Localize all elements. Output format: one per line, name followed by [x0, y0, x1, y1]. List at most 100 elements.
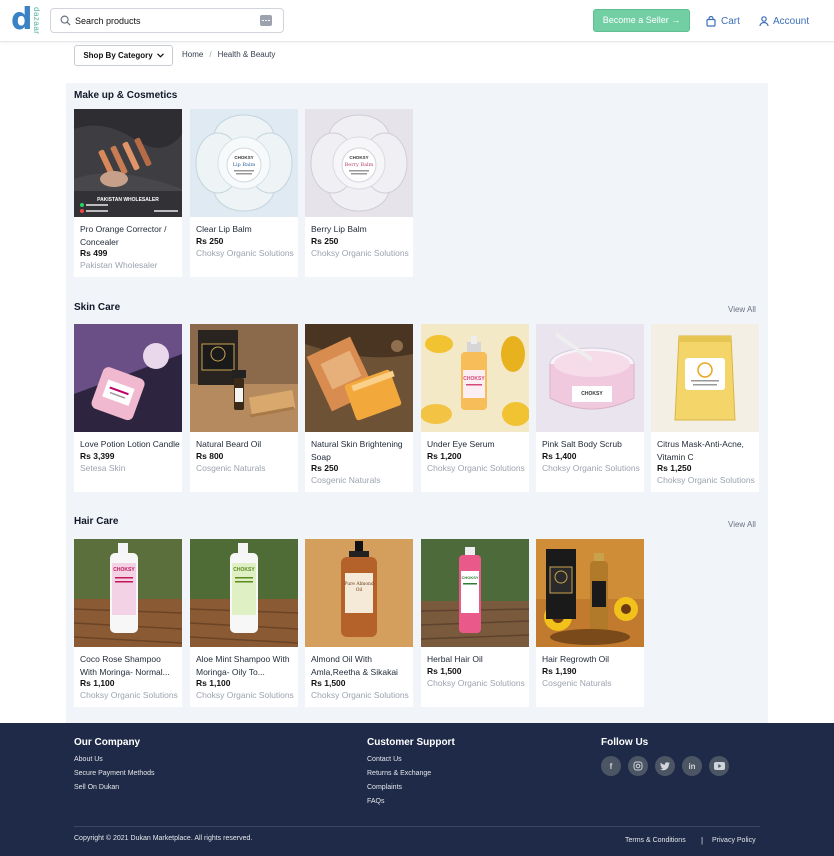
search-input[interactable]	[75, 13, 255, 29]
product-card[interactable]: CHOKSY Aloe Mint Shampoo With Moringa- O…	[190, 539, 298, 707]
product-card[interactable]: Love Potion Lotion Candle Rs 3,399 Setes…	[74, 324, 182, 492]
product-price: Rs 800	[196, 451, 224, 461]
footer-copyright: Copyright © 2021 Dukan Marketplace. All …	[74, 835, 253, 842]
product-name: Citrus Mask-Anti-Acne, Vitamin C	[657, 439, 744, 462]
footer-our-company-title: Our Company	[74, 737, 141, 748]
product-seller: Choksy Organic Solutions	[80, 690, 178, 700]
linkedin-icon[interactable]: in	[682, 756, 702, 776]
product-image: CHOKSY Berry Balm	[305, 109, 413, 217]
product-image: CHOKSY	[190, 539, 298, 647]
product-image: CHOKSY	[421, 324, 529, 432]
product-name: Pro Orange Corrector / Concealer	[80, 224, 167, 247]
product-seller: Setesa Skin	[80, 463, 126, 473]
product-name: Berry Lip Balm	[311, 224, 367, 234]
footer-link-returns[interactable]: Returns & Exchange	[367, 770, 431, 777]
product-name: Natural Beard Oil	[196, 439, 262, 449]
section-title-skin-care: Skin Care	[74, 302, 121, 313]
chevron-down-icon	[156, 53, 164, 58]
user-icon	[759, 15, 769, 26]
product-price: Rs 1,200	[427, 451, 462, 461]
product-price: Rs 1,500	[427, 666, 462, 676]
svg-text:CHOKSY: CHOKSY	[349, 155, 368, 160]
product-card[interactable]: PAKISTAN WHOLESALER Pro Orange Corrector…	[74, 109, 182, 277]
product-card[interactable]: Natural Skin Brightening Soap Rs 250 Cos…	[305, 324, 413, 492]
account-label: Account	[773, 15, 810, 27]
svg-text:CHOKSY: CHOKSY	[233, 567, 255, 573]
product-seller: Cosgenic Naturals	[311, 475, 381, 485]
breadcrumb-separator: /	[209, 50, 212, 59]
product-card[interactable]: CHOKSY Berry Balm Berry Lip Balm Rs 250 …	[305, 109, 413, 277]
product-card[interactable]: Pure Almond Oil Almond Oil With Amla,Ree…	[305, 539, 413, 707]
logo-wordmark: dazaar	[32, 7, 41, 35]
product-price: Rs 1,400	[542, 451, 577, 461]
product-seller: Choksy Organic Solutions	[311, 690, 409, 700]
footer-link-terms[interactable]: Terms & Conditions	[625, 837, 686, 844]
cart-link[interactable]: Cart	[706, 14, 740, 28]
footer-link-secure-payment[interactable]: Secure Payment Methods	[74, 770, 155, 777]
keyboard-icon[interactable]	[260, 15, 272, 26]
product-image: CHOKSY Lip Balm	[190, 109, 298, 217]
product-card[interactable]: CHOKSY Coco Rose Shampoo With Moringa- N…	[74, 539, 182, 707]
product-name: Love Potion Lotion Candle	[80, 439, 180, 449]
product-name: Clear Lip Balm	[196, 224, 252, 234]
search-bar[interactable]	[50, 8, 284, 33]
footer-link-privacy[interactable]: Privacy Policy	[712, 837, 756, 844]
svg-text:Lip Balm: Lip Balm	[233, 162, 256, 168]
view-all-skin-care-link[interactable]: View All	[728, 305, 756, 314]
product-price: Rs 250	[311, 236, 339, 246]
product-price: Rs 250	[311, 463, 339, 473]
product-card[interactable]: CHOKSY Pink Salt Body Scrub Rs 1,400 Cho…	[536, 324, 644, 492]
footer-divider	[74, 826, 760, 827]
view-all-hair-care-link[interactable]: View All	[728, 520, 756, 529]
product-card[interactable]: Citrus Mask-Anti-Acne, Vitamin C Rs 1,25…	[651, 324, 759, 492]
section-title-hair-care: Hair Care	[74, 516, 119, 527]
shop-by-category-button[interactable]: Shop By Category	[74, 45, 173, 66]
facebook-icon[interactable]: f	[601, 756, 621, 776]
youtube-icon[interactable]	[709, 756, 729, 776]
product-image: CHOKSY	[421, 539, 529, 647]
become-seller-button[interactable]: Become a Seller →	[593, 9, 690, 32]
product-card[interactable]: Natural Beard Oil Rs 800 Cosgenic Natura…	[190, 324, 298, 492]
footer-link-about-us[interactable]: About Us	[74, 756, 103, 763]
svg-text:Berry Balm: Berry Balm	[345, 162, 374, 168]
product-card[interactable]: CHOKSY Under Eye Serum Rs 1,200 Choksy O…	[421, 324, 529, 492]
section-title-makeup: Make up & Cosmetics	[74, 90, 178, 101]
product-seller: Choksy Organic Solutions	[196, 248, 294, 258]
product-seller: Cosgenic Naturals	[542, 678, 612, 688]
account-link[interactable]: Account	[759, 14, 809, 28]
product-image: CHOKSY	[536, 324, 644, 432]
product-card[interactable]: CHOKSY Lip Balm Clear Lip Balm Rs 250 Ch…	[190, 109, 298, 277]
cart-bag-icon	[706, 15, 716, 27]
breadcrumb-home[interactable]: Home	[182, 50, 203, 59]
footer-link-contact-us[interactable]: Contact Us	[367, 756, 402, 763]
product-name: Aloe Mint Shampoo With Moringa- Oily To.…	[196, 654, 290, 677]
svg-text:Oil: Oil	[356, 587, 363, 593]
twitter-icon[interactable]	[655, 756, 675, 776]
product-name: Coco Rose Shampoo With Moringa- Normal..…	[80, 654, 170, 677]
product-image	[536, 539, 644, 647]
instagram-icon[interactable]	[628, 756, 648, 776]
footer-link-complaints[interactable]: Complaints	[367, 784, 402, 791]
product-name: Almond Oil With Amla,Reetha & Sikakai	[311, 654, 398, 677]
svg-text:Pure Almond: Pure Almond	[344, 581, 374, 587]
svg-text:PAKISTAN WHOLESALER: PAKISTAN WHOLESALER	[97, 197, 159, 203]
product-image: PAKISTAN WHOLESALER	[74, 109, 182, 217]
svg-text:CHOKSY: CHOKSY	[463, 376, 485, 382]
dazaar-logo[interactable]: d dazaar	[11, 5, 41, 35]
product-seller: Choksy Organic Solutions	[427, 463, 525, 473]
footer-link-faqs[interactable]: FAQs	[367, 798, 385, 805]
footer-follow-us-title: Follow Us	[601, 737, 649, 748]
product-card[interactable]: Hair Regrowth Oil Rs 1,190 Cosgenic Natu…	[536, 539, 644, 707]
product-image: CHOKSY	[74, 539, 182, 647]
product-card[interactable]: CHOKSY Herbal Hair Oil Rs 1,500 Choksy O…	[421, 539, 529, 707]
svg-text:CHOKSY: CHOKSY	[234, 155, 253, 160]
product-name: Herbal Hair Oil	[427, 654, 483, 664]
product-seller: Choksy Organic Solutions	[311, 248, 409, 258]
product-name: Natural Skin Brightening Soap	[311, 439, 403, 462]
footer-separator: |	[701, 836, 704, 845]
product-price: Rs 1,100	[196, 678, 231, 688]
footer-link-sell-on-dukan[interactable]: Sell On Dukan	[74, 784, 119, 791]
svg-text:CHOKSY: CHOKSY	[581, 391, 603, 397]
product-image	[74, 324, 182, 432]
product-image	[190, 324, 298, 432]
